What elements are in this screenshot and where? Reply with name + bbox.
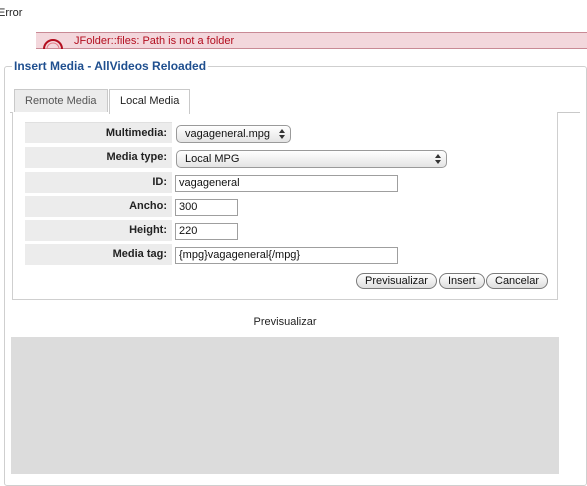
updown-arrows-icon bbox=[434, 153, 442, 165]
height-label: Height: bbox=[25, 220, 172, 241]
dialog-legend: Insert Media - AllVideos Reloaded bbox=[12, 59, 209, 73]
multimedia-select-value: vagageneral.mpg bbox=[185, 128, 271, 140]
media-type-select-value: Local MPG bbox=[185, 153, 240, 165]
id-field[interactable]: vagageneral bbox=[175, 175, 398, 192]
error-message: JFolder::files: Path is not a folder bbox=[74, 35, 235, 47]
row-height: Height: bbox=[25, 220, 557, 242]
cancel-button[interactable]: Cancelar bbox=[486, 273, 549, 289]
id-label: ID: bbox=[25, 172, 172, 193]
multimedia-select[interactable]: vagageneral.mpg bbox=[176, 125, 291, 143]
media-tag-label: Media tag: bbox=[25, 244, 172, 265]
error-icon bbox=[42, 36, 64, 50]
row-ancho: Ancho: bbox=[25, 196, 557, 218]
tab-remote-media[interactable]: Remote Media bbox=[14, 89, 108, 113]
ancho-label: Ancho: bbox=[25, 196, 172, 217]
media-tag-field[interactable]: {mpg}vagageneral{/mpg} bbox=[175, 247, 398, 264]
media-type-label: Media type: bbox=[25, 147, 172, 168]
multimedia-label: Multimedia: bbox=[25, 122, 172, 143]
error-message-bar: JFolder::files: Path is not a folder bbox=[36, 32, 587, 50]
preview-title: Previsualizar bbox=[253, 316, 317, 328]
media-type-select[interactable]: Local MPG bbox=[176, 150, 447, 168]
error-title: Error bbox=[0, 7, 23, 19]
preview-area bbox=[11, 337, 559, 474]
ancho-field[interactable]: 300 bbox=[175, 199, 238, 216]
row-multimedia: Multimedia: bbox=[25, 122, 557, 144]
insert-button[interactable]: Insert bbox=[439, 273, 485, 289]
tab-local-media[interactable]: Local Media bbox=[109, 89, 191, 114]
updown-arrows-icon bbox=[278, 128, 286, 140]
height-field[interactable]: 220 bbox=[175, 223, 238, 240]
preview-button[interactable]: Previsualizar bbox=[356, 273, 437, 289]
